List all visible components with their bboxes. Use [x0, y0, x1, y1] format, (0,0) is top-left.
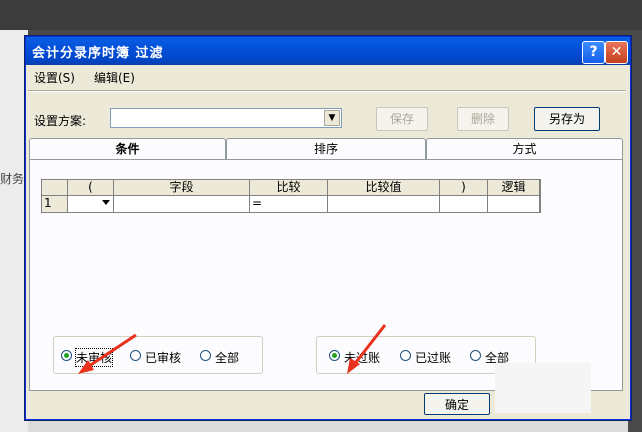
logic-cell[interactable]	[488, 196, 540, 212]
chevron-down-icon[interactable]	[102, 200, 110, 205]
background-taskbar	[28, 418, 628, 432]
background-window: 财务	[0, 30, 28, 432]
radio-label: 全部	[215, 351, 240, 365]
close-button[interactable]: ✕	[605, 41, 628, 64]
tab-mode[interactable]: 方式	[426, 138, 623, 160]
conditions-panel: ( 字段 比较 比较值 ) 逻辑 1 = 未审核 已审核 全部 未过账 已过账 …	[29, 159, 623, 391]
delete-scheme-button[interactable]: 删除	[457, 107, 509, 131]
annotation-arrow-icon	[78, 333, 137, 374]
field-cell[interactable]	[114, 196, 250, 212]
menu-divider	[28, 90, 626, 92]
menu-bar: 设置(S) 编辑(E)	[26, 65, 630, 87]
compare-value-cell[interactable]	[328, 196, 440, 212]
radio-label: 已审核	[145, 351, 182, 365]
conditions-grid: ( 字段 比较 比较值 ) 逻辑 1 =	[41, 179, 541, 213]
annotation-arrow-icon	[347, 324, 387, 374]
radio-label: 已过账	[415, 351, 452, 365]
tab-sort[interactable]: 排序	[226, 138, 426, 160]
save-scheme-button[interactable]: 保存	[376, 107, 428, 131]
background-text: 财务	[0, 172, 25, 186]
menu-settings[interactable]: 设置(S)	[34, 69, 75, 86]
grid-header-cell: 比较	[250, 180, 328, 196]
window-title: 会计分录序时簿 过滤	[32, 46, 164, 61]
grid-header-cell: )	[440, 180, 488, 196]
desktop-background	[0, 0, 642, 30]
chevron-down-icon[interactable]: ▼	[324, 110, 340, 126]
grid-header-cell: 字段	[114, 180, 250, 196]
title-bar[interactable]: 会计分录序时簿 过滤 ? ✕	[26, 37, 630, 65]
scheme-select[interactable]: ▼	[110, 108, 342, 128]
row-number: 1	[42, 196, 68, 212]
save-as-scheme-button[interactable]: 另存为	[534, 107, 600, 131]
radio-button[interactable]	[400, 350, 411, 361]
ok-button[interactable]: 确定	[424, 393, 490, 415]
blank-overlay	[495, 363, 591, 413]
grid-header-cell	[42, 180, 68, 196]
grid-header-cell: 逻辑	[488, 180, 540, 196]
tab-strip: 条件 排序 方式	[29, 138, 623, 162]
grid-header-row: ( 字段 比较 比较值 ) 逻辑	[42, 180, 540, 196]
scheme-label: 设置方案:	[34, 114, 87, 128]
menu-edit[interactable]: 编辑(E)	[94, 69, 135, 86]
table-row: 1 =	[42, 196, 540, 212]
help-button[interactable]: ?	[582, 41, 605, 64]
radio-button[interactable]	[200, 350, 211, 361]
grid-header-cell: 比较值	[328, 180, 440, 196]
open-paren-cell[interactable]	[68, 196, 114, 212]
filter-dialog: 会计分录序时簿 过滤 ? ✕ 设置(S) 编辑(E) 设置方案: ▼ 保存 删除…	[25, 36, 631, 420]
compare-cell[interactable]: =	[250, 196, 328, 212]
grid-header-cell: (	[68, 180, 114, 196]
radio-button[interactable]	[470, 350, 481, 361]
close-paren-cell[interactable]	[440, 196, 488, 212]
